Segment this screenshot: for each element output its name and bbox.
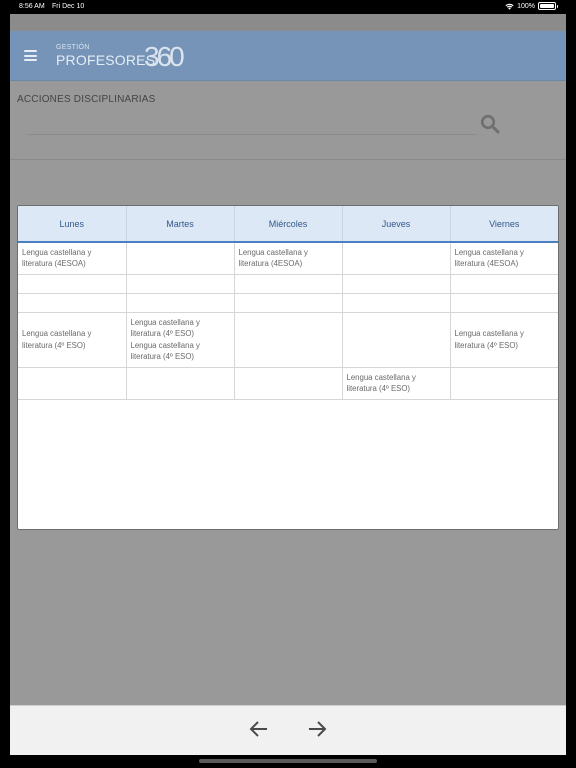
schedule-cell[interactable]: Lengua castellana y literatura (4º ESO) <box>18 312 127 368</box>
wifi-icon <box>505 3 514 10</box>
class-entry[interactable]: Lengua castellana y literatura (4ESOA) <box>455 247 555 270</box>
table-row: Lengua castellana y literatura (4º ESO) L… <box>18 312 558 368</box>
status-time: 8:56 AM <box>19 3 45 10</box>
schedule-cell <box>126 367 235 400</box>
schedule-cell <box>450 274 558 294</box>
schedule-cell[interactable]: Lengua castellana y literatura (4º ESO) L… <box>126 312 235 368</box>
schedule-cell <box>18 367 127 400</box>
app-window: GESTIÓN PROFESORES 360 ACCIONES DISCIPLI… <box>10 14 566 755</box>
class-entry[interactable]: Lengua castellana y literatura (4º ESO) <box>347 372 446 395</box>
schedule-cell <box>342 242 451 275</box>
status-date: Fri Dec 10 <box>52 3 85 10</box>
schedule-cell <box>126 242 235 275</box>
schedule-cell <box>234 312 343 368</box>
bottom-navigation <box>10 705 566 755</box>
schedule-cell[interactable]: Lengua castellana y literatura (4ESOA) <box>234 242 343 275</box>
schedule-cell[interactable]: Lengua castellana y literatura (4º ESO) <box>450 312 558 368</box>
schedule-cell[interactable]: Lengua castellana y literatura (4ESOA) <box>18 242 127 275</box>
class-entry[interactable]: Lengua castellana y literatura (4º ESO) <box>131 340 230 363</box>
arrow-right-icon[interactable] <box>303 715 331 743</box>
schedule-cell <box>234 274 343 294</box>
day-header-miercoles: Miércoles <box>234 206 343 243</box>
schedule-table: Lunes Martes Miércoles Jueves Viernes Lengua… <box>18 206 558 400</box>
app-header: GESTIÓN PROFESORES 360 <box>10 31 566 81</box>
search-field <box>27 115 477 135</box>
table-row: Lengua castellana y literatura (4ESOA) Le… <box>18 242 558 275</box>
logo-number: 360 <box>144 41 185 72</box>
section-title: ACCIONES DISCIPLINARIAS <box>17 94 156 105</box>
status-indicators: 100% <box>505 2 558 10</box>
table-row <box>18 274 558 294</box>
app-logo: GESTIÓN PROFESORES 360 <box>56 40 196 74</box>
hamburger-menu-icon[interactable] <box>24 50 37 61</box>
table-row: Lengua castellana y literatura (4º ESO) <box>18 367 558 400</box>
arrow-left-icon[interactable] <box>245 715 273 743</box>
schedule-body: Lengua castellana y literatura (4ESOA) Le… <box>18 242 558 400</box>
table-row <box>18 293 558 313</box>
schedule-cell <box>126 274 235 294</box>
search-input[interactable] <box>27 116 477 135</box>
disciplinary-section: ACCIONES DISCIPLINARIAS <box>10 81 566 160</box>
search-icon[interactable] <box>480 114 500 134</box>
schedule-cell <box>126 293 235 313</box>
day-header-lunes: Lunes <box>18 206 127 243</box>
status-bar: 8:56 AM Fri Dec 10 100% <box>0 0 576 14</box>
schedule-cell <box>450 293 558 313</box>
logo-main-text: PROFESORES <box>56 52 156 68</box>
logo-small-text: GESTIÓN <box>56 44 90 51</box>
schedule-cell <box>18 293 127 313</box>
schedule-cell <box>342 274 451 294</box>
class-entry[interactable]: Lengua castellana y literatura (4ESOA) <box>239 247 338 270</box>
app-top-strip <box>10 14 566 31</box>
class-entry[interactable]: Lengua castellana y literatura (4ESOA) <box>22 247 122 270</box>
home-indicator <box>199 759 377 763</box>
schedule-cell <box>234 293 343 313</box>
schedule-cell <box>342 312 451 368</box>
schedule-cell <box>234 367 343 400</box>
schedule-header-row: Lunes Martes Miércoles Jueves Viernes <box>18 206 558 243</box>
schedule-cell <box>342 293 451 313</box>
day-header-viernes: Viernes <box>450 206 558 243</box>
battery-icon <box>538 2 558 10</box>
schedule-cell[interactable]: Lengua castellana y literatura (4º ESO) <box>342 367 451 400</box>
class-entry[interactable]: Lengua castellana y literatura (4º ESO) <box>22 328 122 351</box>
battery-percent: 100% <box>517 2 535 10</box>
day-header-jueves: Jueves <box>342 206 451 243</box>
day-header-martes: Martes <box>126 206 235 243</box>
schedule-cell[interactable]: Lengua castellana y literatura (4ESOA) <box>450 242 558 275</box>
class-entry[interactable]: Lengua castellana y literatura (4º ESO) <box>131 317 230 340</box>
schedule-panel: Lunes Martes Miércoles Jueves Viernes Lengua… <box>17 205 559 530</box>
schedule-cell <box>18 274 127 294</box>
schedule-cell <box>450 367 558 400</box>
battery-level <box>540 4 554 8</box>
class-entry[interactable]: Lengua castellana y literatura (4º ESO) <box>455 328 555 351</box>
